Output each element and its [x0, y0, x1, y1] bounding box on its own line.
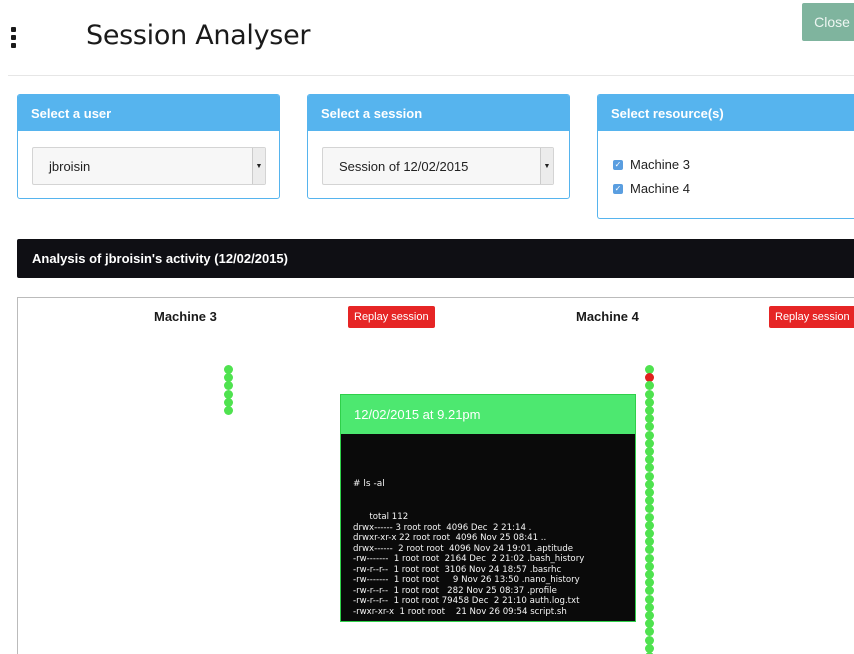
session-select[interactable]: Session of 12/02/2015 ▼	[322, 147, 554, 185]
resource-label: Machine 3	[630, 157, 690, 172]
terminal-output-line: drwxr-xr-x 22 root root 4096 Nov 25 08:4…	[353, 533, 547, 543]
page-title: Session Analyser	[86, 20, 311, 51]
analysis-header: Analysis of jbroisin's activity (12/02/2…	[17, 239, 854, 278]
more-options-icon[interactable]	[11, 27, 19, 49]
resource-checkbox-machine-4[interactable]: ✓ Machine 4	[613, 181, 690, 196]
replay-session-button-machine-3[interactable]: Replay session	[348, 306, 435, 328]
resource-label: Machine 4	[630, 181, 690, 196]
event-detail-popup: 12/02/2015 at 9.21pm # ls -al total 112 …	[340, 394, 636, 622]
timeline-area: Machine 3 Replay session Machine 4 Repla…	[17, 297, 854, 654]
header-divider	[8, 75, 854, 76]
session-panel-title: Select a session	[308, 95, 569, 131]
session-select-value: Session of 12/02/2015	[339, 158, 469, 174]
user-panel-title: Select a user	[18, 95, 279, 131]
user-select[interactable]: jbroisin ▼	[32, 147, 266, 185]
replay-session-button-machine-4[interactable]: Replay session	[769, 306, 854, 328]
machine-3-label: Machine 3	[154, 309, 217, 324]
chevron-down-icon[interactable]: ▼	[540, 148, 553, 184]
close-button[interactable]: Close	[802, 3, 854, 41]
resource-panel: Select resource(s) ✓ Machine 3 ✓ Machine…	[597, 94, 854, 219]
terminal-output-line: -rw-r--r-- 1 root root 282 Nov 25 08:37 …	[353, 585, 557, 596]
checkbox-checked-icon[interactable]: ✓	[613, 183, 623, 194]
terminal-output-line: drwx------ 3 root root 4096 Dec 2 21:14 …	[353, 522, 532, 533]
user-select-value: jbroisin	[49, 158, 91, 174]
resource-panel-title: Select resource(s)	[598, 95, 854, 131]
resource-checkbox-machine-3[interactable]: ✓ Machine 3	[613, 157, 690, 172]
user-panel: Select a user jbroisin ▼	[17, 94, 280, 199]
terminal-output-line: -rw-r--r-- 1 root root 79458 Dec 2 21:10…	[353, 596, 580, 606]
machine-4-label: Machine 4	[576, 309, 639, 324]
session-panel: Select a session Session of 12/02/2015 ▼	[307, 94, 570, 199]
terminal-output-line: total 112	[369, 512, 409, 522]
session-event[interactable]	[224, 406, 233, 415]
terminal-output-line: -rw------- 1 root root 9 Nov 26 13:50 .n…	[353, 575, 580, 585]
terminal-output-lines: total 112 drwx------ 3 root root 4096 De…	[353, 512, 584, 617]
chevron-down-icon[interactable]: ▼	[252, 148, 265, 184]
terminal-output-line: drwx------ 2 root root 4096 Nov 24 19:01…	[353, 543, 574, 554]
terminal-output-line: -rw------- 1 root root 2164 Dec 2 21:02 …	[353, 554, 585, 564]
checkbox-checked-icon[interactable]: ✓	[613, 159, 623, 170]
terminal-output-line: -rw-r--r-- 1 root root 3106 Nov 24 18:57…	[353, 564, 562, 575]
event-timestamp: 12/02/2015 at 9.21pm	[341, 395, 635, 434]
terminal-output-line: -rwxr-xr-x 1 root root 21 Nov 26 09:54 s…	[353, 606, 567, 617]
terminal-output: # ls -al total 112 drwx------ 3 root roo…	[341, 434, 635, 638]
terminal-command: # ls -al	[353, 479, 385, 489]
